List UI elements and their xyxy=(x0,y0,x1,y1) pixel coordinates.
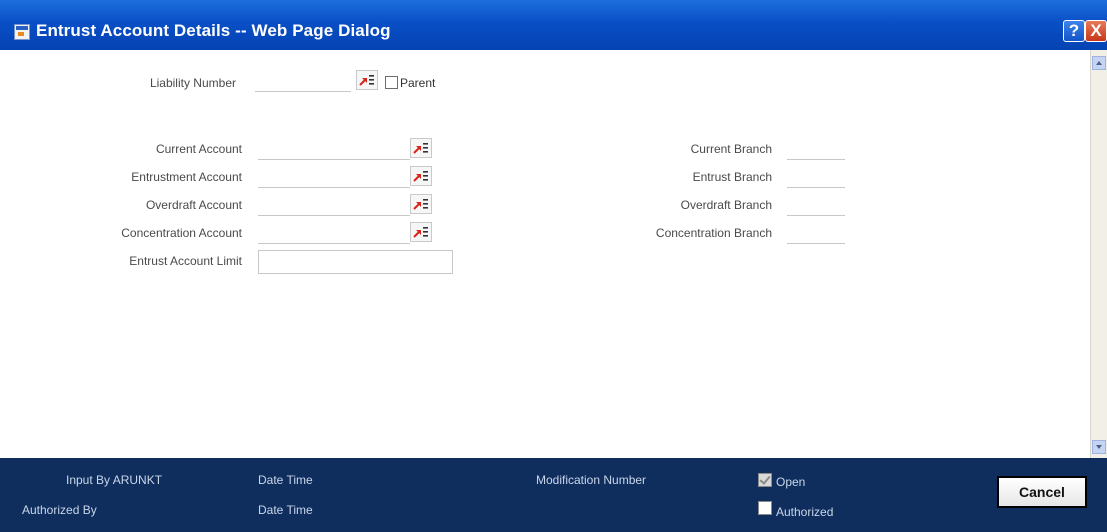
overdraft-account-input[interactable] xyxy=(258,194,410,216)
entrust-branch-input[interactable] xyxy=(787,166,845,188)
parent-checkbox[interactable] xyxy=(385,76,398,89)
entrust-account-limit-input[interactable] xyxy=(258,250,453,274)
concentration-branch-input[interactable] xyxy=(787,222,845,244)
list-of-values-icon xyxy=(413,227,428,238)
liability-number-input[interactable] xyxy=(255,70,351,92)
list-of-values-icon xyxy=(413,171,428,182)
current-account-label: Current Account xyxy=(155,142,242,156)
date-time-text-2: Date Time xyxy=(258,503,313,517)
modification-number-text: Modification Number xyxy=(536,473,647,487)
help-button[interactable]: ? xyxy=(1063,20,1085,42)
scroll-up-arrow-icon[interactable] xyxy=(1092,56,1106,70)
current-account-input[interactable] xyxy=(258,138,410,160)
concentration-branch-label: Concentration Branch xyxy=(655,226,772,240)
overdraft-branch-input[interactable] xyxy=(787,194,845,216)
cancel-button[interactable]: Cancel xyxy=(997,476,1087,508)
overdraft-branch-label: Overdraft Branch xyxy=(680,198,772,212)
parent-label: Parent xyxy=(400,76,436,90)
authorized-by-text: Authorized By xyxy=(22,503,97,517)
date-time-text: Date Time xyxy=(258,473,313,487)
entrust-account-limit-label: Entrust Account Limit xyxy=(129,254,242,268)
authorized-checkbox xyxy=(758,501,772,515)
input-by-text: Input By ARUNKT xyxy=(66,473,163,487)
concentration-account-lov-button[interactable] xyxy=(410,222,432,242)
liability-lov-button[interactable] xyxy=(356,70,378,90)
liability-number-label: Liability Number xyxy=(149,76,236,90)
title-bar: Entrust Account Details -- Web Page Dial… xyxy=(0,0,1107,51)
current-branch-input[interactable] xyxy=(787,138,845,160)
scroll-down-arrow-icon[interactable] xyxy=(1092,440,1106,454)
entrustment-account-label: Entrustment Account xyxy=(131,170,242,184)
open-label: Open xyxy=(776,475,806,489)
overdraft-account-lov-button[interactable] xyxy=(410,194,432,214)
current-account-lov-button[interactable] xyxy=(410,138,432,158)
entrust-branch-label: Entrust Branch xyxy=(692,170,772,184)
entrustment-account-input[interactable] xyxy=(258,166,410,188)
audit-footer: Input By ARUNKT Authorized By Date Time … xyxy=(0,458,1107,532)
authorized-label: Authorized xyxy=(776,505,834,519)
list-of-values-icon xyxy=(413,199,428,210)
current-branch-label: Current Branch xyxy=(690,142,772,156)
entrustment-account-lov-button[interactable] xyxy=(410,166,432,186)
close-button[interactable]: X xyxy=(1085,20,1107,42)
list-of-values-icon xyxy=(359,75,374,86)
window-title: Entrust Account Details -- Web Page Dial… xyxy=(36,21,391,40)
concentration-account-label: Concentration Account xyxy=(121,226,242,240)
list-of-values-icon xyxy=(413,143,428,154)
overdraft-account-label: Overdraft Account xyxy=(145,198,242,212)
window-icon xyxy=(14,24,30,40)
concentration-account-input[interactable] xyxy=(258,222,410,244)
vertical-scrollbar[interactable] xyxy=(1090,50,1107,458)
open-checkbox xyxy=(758,473,772,487)
